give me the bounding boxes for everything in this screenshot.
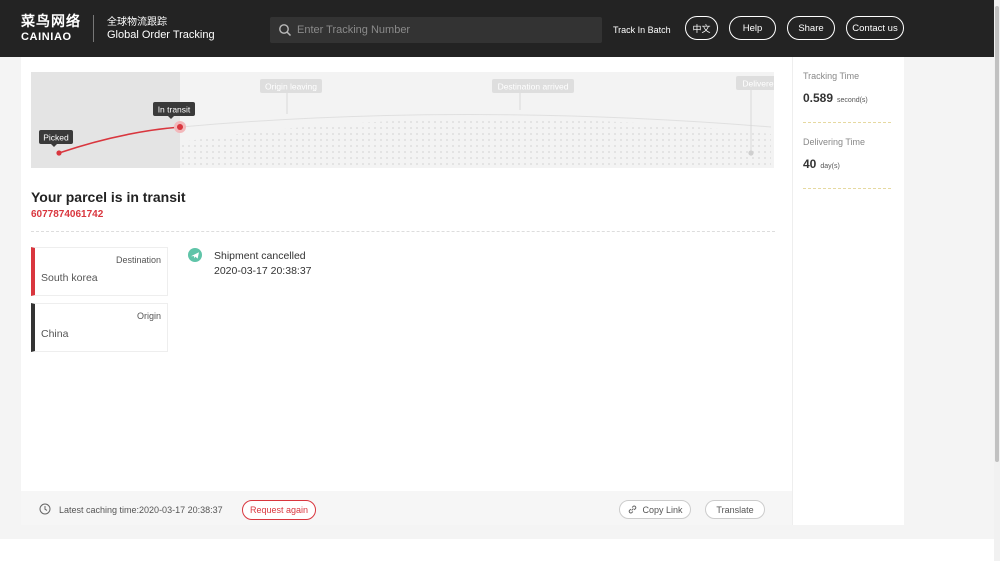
progress-map: Picked In transit Origin leaving Destina…	[31, 72, 774, 168]
subtitle-chinese: 全球物流跟踪	[107, 17, 167, 28]
copy-link-label: Copy Link	[642, 504, 683, 515]
picked-dot	[56, 150, 62, 156]
stage-picked: Picked	[43, 133, 69, 143]
delivering-time-value: 40	[803, 157, 817, 171]
link-icon	[629, 505, 637, 514]
language-button[interactable]: 中文	[685, 16, 718, 40]
destination-label: Destination	[115, 255, 161, 265]
help-button[interactable]: Help	[729, 16, 776, 40]
site-subtitle: 全球物流跟踪 Global Order Tracking	[107, 16, 215, 42]
top-header: 菜鸟网络 CAINIAO 全球物流跟踪 Global Order Trackin…	[0, 0, 994, 57]
world-map-pattern	[181, 118, 771, 168]
tracking-time-label: Tracking Time	[803, 71, 860, 81]
delivering-time-divider	[803, 188, 891, 189]
progress-done-area	[31, 72, 180, 168]
delivering-time-unit: day(s)	[820, 163, 840, 170]
cainiao-logo[interactable]: 菜鸟网络 CAINIAO	[21, 14, 81, 43]
delivere-dot	[748, 150, 754, 156]
share-button[interactable]: Share	[787, 16, 835, 40]
airplane-icon	[188, 248, 202, 262]
track-in-batch-link[interactable]: Track In Batch	[613, 25, 671, 35]
clock-icon	[39, 503, 51, 515]
delivering-time-label: Delivering Time	[803, 137, 866, 147]
latest-caching-time: Latest caching time:2020-03-17 20:38:37	[59, 505, 223, 515]
contact-us-button[interactable]: Contact us	[846, 16, 904, 40]
tracking-time: 0.589 second(s)	[803, 91, 868, 105]
parcel-status-title: Your parcel is in transit	[31, 189, 186, 205]
tracking-number: 6077874061742	[31, 209, 104, 220]
search-box[interactable]	[270, 17, 602, 43]
section-divider	[31, 231, 775, 232]
origin-card: Origin China	[31, 303, 168, 352]
subtitle-english: Global Order Tracking	[107, 29, 215, 41]
translate-button[interactable]: Translate	[705, 500, 765, 519]
tracking-time-unit: second(s)	[837, 97, 868, 104]
stage-origin-leaving: Origin leaving	[265, 82, 317, 92]
search-icon	[279, 24, 292, 37]
tracking-time-divider	[803, 122, 891, 123]
tracking-number-input[interactable]	[297, 24, 587, 36]
delivering-time: 40 day(s)	[803, 157, 840, 171]
logo-divider	[93, 15, 94, 42]
destination-value: South korea	[41, 272, 98, 284]
stage-in-transit: In transit	[158, 105, 191, 115]
stage-delivere: Delivere	[742, 79, 773, 89]
scrollbar-thumb[interactable]	[995, 6, 999, 462]
bottom-strip	[0, 539, 994, 561]
request-again-button[interactable]: Request again	[242, 500, 316, 520]
progress-map-graphic: Picked In transit Origin leaving Destina…	[31, 72, 774, 168]
stage-destination-arrived: Destination arrived	[498, 82, 569, 92]
copy-link-button[interactable]: Copy Link	[619, 500, 691, 519]
origin-value: China	[41, 328, 69, 340]
event-title: Shipment cancelled	[214, 250, 306, 262]
event-time: 2020-03-17 20:38:37	[214, 265, 312, 277]
logo-english: CAINIAO	[21, 31, 72, 43]
in-transit-dot	[177, 124, 183, 130]
stats-side-card	[792, 57, 904, 525]
destination-card: Destination South korea	[31, 247, 168, 296]
origin-label: Origin	[136, 311, 161, 321]
logo-chinese: 菜鸟网络	[21, 14, 81, 30]
tracking-time-value: 0.589	[803, 91, 834, 105]
